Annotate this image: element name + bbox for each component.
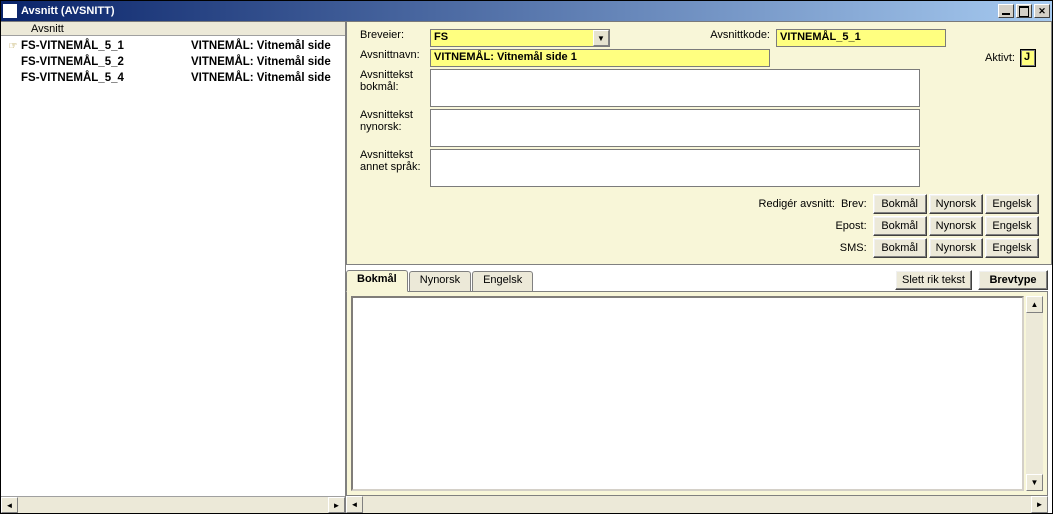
epost-engelsk-button[interactable]: Engelsk [985,216,1039,236]
sms-engelsk-button[interactable]: Engelsk [985,238,1039,258]
tree-row[interactable]: ☞ FS-VITNEMÅL_5_1 VITNEMÅL: Vitnemål sid… [5,38,345,54]
brev-engelsk-button[interactable]: Engelsk [985,194,1039,214]
scroll-right-icon[interactable]: ► [1031,496,1048,513]
rich-text-editor[interactable] [351,296,1024,491]
label-text-nynorsk: Avsnittekst nynorsk: [357,108,427,148]
row-code: FS-VITNEMÅL_5_1 [21,40,191,52]
label-rediger: Redigér avsnitt: [759,198,835,210]
brevtype-button[interactable]: Brevtype [978,270,1048,290]
scroll-track[interactable] [18,497,328,513]
sms-nynorsk-button[interactable]: Nynorsk [929,238,983,258]
scroll-right-icon[interactable]: ► [328,497,345,513]
right-panel: Breveier: FS ▼ Avsnittkode: VITNEMÅL_5_1 [346,22,1052,513]
titlebar: Avsnitt (AVSNITT) [1,1,1052,21]
scroll-left-icon[interactable]: ◄ [1,497,18,513]
left-h-scrollbar[interactable]: ◄ ► [1,496,345,513]
row-pointer-icon: ☞ [5,41,21,52]
row-code: FS-VITNEMÅL_5_2 [21,56,191,68]
scroll-up-icon[interactable]: ▲ [1026,296,1043,313]
row-desc: VITNEMÅL: Vitnemål side [191,56,331,68]
scroll-down-icon[interactable]: ▼ [1026,474,1043,491]
avsnittnavn-field[interactable]: VITNEMÅL: Vitnemål side 1 [430,49,770,67]
brev-bokmal-button[interactable]: Bokmål [873,194,927,214]
edit-rows: Redigér avsnitt: Brev: Bokmål Nynorsk En… [357,194,1039,258]
left-header-label: Avsnitt [31,23,64,35]
window: Avsnitt (AVSNITT) Avsnitt ☞ FS-VITNEMÅL_… [0,0,1053,514]
scroll-track[interactable] [363,496,1031,513]
window-title: Avsnitt (AVSNITT) [21,5,996,17]
tab-bokmal[interactable]: Bokmål [346,270,408,292]
label-avsnittnavn: Avsnittnavn: [357,48,427,68]
breveier-value[interactable]: FS [430,29,610,47]
editor-v-scrollbar[interactable]: ▲ ▼ [1026,296,1043,491]
breveier-dropdown[interactable]: FS ▼ [430,29,610,47]
close-button[interactable] [1034,4,1050,18]
label-avsnittkode: Avsnittkode: [656,28,773,48]
tree-row[interactable]: FS-VITNEMÅL_5_4 VITNEMÅL: Vitnemål side [5,70,345,86]
brev-nynorsk-button[interactable]: Nynorsk [929,194,983,214]
aktivt-field[interactable]: J [1020,49,1036,67]
label-text-bokmal: Avsnittekst bokmål: [357,68,427,108]
scroll-track[interactable] [1026,313,1043,474]
epost-nynorsk-button[interactable]: Nynorsk [929,216,983,236]
tab-nynorsk[interactable]: Nynorsk [409,271,471,291]
editor-shell: ▲ ▼ [346,291,1048,496]
label-epost: Epost: [835,220,866,232]
row-desc: VITNEMÅL: Vitnemål side [191,72,331,84]
editor-h-scrollbar[interactable]: ◄ ► [346,496,1048,513]
editor-section: Bokmål Nynorsk Engelsk Slett rik tekst B… [346,269,1048,513]
sms-bokmal-button[interactable]: Bokmål [873,238,927,258]
slett-rik-tekst-button[interactable]: Slett rik tekst [895,270,972,290]
tree-row[interactable]: FS-VITNEMÅL_5_2 VITNEMÅL: Vitnemål side [5,54,345,70]
avsnittkode-field[interactable]: VITNEMÅL_5_1 [776,29,946,47]
label-brev: Brev: [841,198,867,210]
label-breveier: Breveier: [357,28,427,48]
chevron-down-icon[interactable]: ▼ [593,30,609,46]
epost-bokmal-button[interactable]: Bokmål [873,216,927,236]
text-annet-field[interactable] [430,149,920,187]
maximize-button[interactable] [1016,4,1032,18]
tree: ☞ FS-VITNEMÅL_5_1 VITNEMÅL: Vitnemål sid… [1,36,345,496]
left-panel: Avsnitt ☞ FS-VITNEMÅL_5_1 VITNEMÅL: Vitn… [1,22,346,513]
tab-bar: Bokmål Nynorsk Engelsk Slett rik tekst B… [346,269,1048,291]
row-code: FS-VITNEMÅL_5_4 [21,72,191,84]
label-text-annet: Avsnittekst annet språk: [357,148,427,188]
label-sms: SMS: [840,242,867,254]
left-column-header: Avsnitt [1,22,345,36]
text-nynorsk-field[interactable] [430,109,920,147]
form-panel: Breveier: FS ▼ Avsnittkode: VITNEMÅL_5_1 [346,22,1052,265]
scroll-left-icon[interactable]: ◄ [346,496,363,513]
row-desc: VITNEMÅL: Vitnemål side [191,40,331,52]
tab-engelsk[interactable]: Engelsk [472,271,533,291]
text-bokmal-field[interactable] [430,69,920,107]
app-icon [3,4,17,18]
label-aktivt: Aktivt: [985,52,1015,64]
window-body: Avsnitt ☞ FS-VITNEMÅL_5_1 VITNEMÅL: Vitn… [1,21,1052,513]
minimize-button[interactable] [998,4,1014,18]
